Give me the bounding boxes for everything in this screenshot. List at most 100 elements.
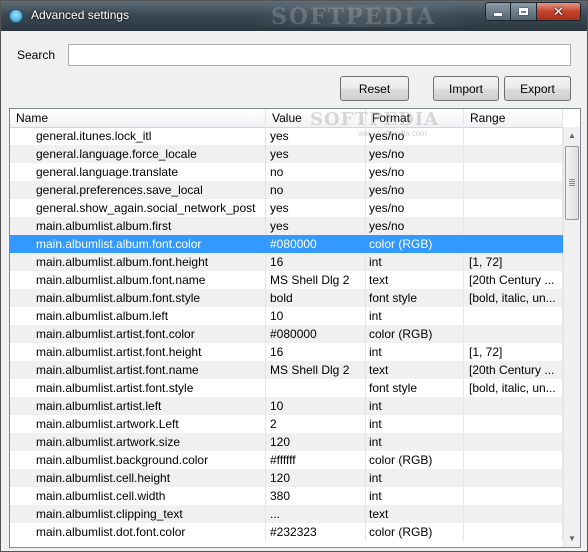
setting-range-cell <box>464 433 563 451</box>
settings-list[interactable]: Name Value Format Range general.itunes.l… <box>9 108 581 548</box>
table-row[interactable]: main.albumlist.artist.font.color #080000 c… <box>10 325 563 343</box>
setting-value-cell: 10 <box>266 307 366 325</box>
setting-name-cell: main.albumlist.album.left <box>10 307 266 325</box>
setting-value-cell: 10 <box>266 397 366 415</box>
setting-range-cell <box>464 415 563 433</box>
setting-value-cell: 120 <box>266 433 366 451</box>
table-row[interactable]: main.albumlist.album.left 10 int <box>10 307 563 325</box>
minimize-icon <box>494 13 502 16</box>
maximize-icon <box>519 8 528 15</box>
setting-range-cell <box>464 325 563 343</box>
search-label: Search <box>17 48 56 62</box>
import-button[interactable]: Import <box>433 76 499 101</box>
scroll-down-arrow-icon[interactable]: ▼ <box>564 530 580 547</box>
setting-name-cell: main.albumlist.artwork.size <box>10 433 266 451</box>
setting-value-cell: 2 <box>266 415 366 433</box>
setting-range-cell <box>464 199 563 217</box>
setting-name-cell: general.preferences.save_local <box>10 181 266 199</box>
setting-name-cell: main.albumlist.artwork.Left <box>10 415 266 433</box>
setting-name-cell: general.itunes.lock_itl <box>10 127 266 145</box>
setting-range-cell <box>464 523 563 541</box>
setting-name-cell: general.language.translate <box>10 163 266 181</box>
maximize-button[interactable] <box>511 2 537 21</box>
setting-format-cell: text <box>366 271 464 289</box>
column-header-value[interactable]: Value <box>266 109 366 127</box>
close-button[interactable]: ✕ <box>537 2 581 21</box>
table-row[interactable]: main.albumlist.album.first yes yes/no <box>10 217 563 235</box>
setting-range-cell <box>464 145 563 163</box>
setting-format-cell: yes/no <box>366 145 464 163</box>
table-row[interactable]: main.albumlist.album.font.name MS Shell D… <box>10 271 563 289</box>
column-header-name[interactable]: Name <box>10 109 266 127</box>
setting-format-cell: font style <box>366 379 464 397</box>
setting-name-cell: main.albumlist.cell.height <box>10 469 266 487</box>
table-row[interactable]: main.albumlist.artwork.size 120 int <box>10 433 563 451</box>
title-bar[interactable]: Advanced settings SOFTPEDIA ✕ <box>1 1 587 31</box>
setting-value-cell: ... <box>266 505 366 523</box>
setting-format-cell: text <box>366 361 464 379</box>
setting-format-cell: int <box>366 307 464 325</box>
table-row[interactable]: general.show_again.social_network_post ye… <box>10 199 563 217</box>
setting-range-cell <box>464 127 563 145</box>
setting-name-cell: main.albumlist.artist.font.style <box>10 379 266 397</box>
setting-range-cell <box>464 307 563 325</box>
table-row[interactable]: general.itunes.lock_itl yes yes/no <box>10 127 563 145</box>
setting-value-cell: 380 <box>266 487 366 505</box>
scrollbar-thumb[interactable] <box>565 146 579 220</box>
search-input[interactable] <box>68 44 571 66</box>
setting-format-cell: yes/no <box>366 127 464 145</box>
setting-format-cell: yes/no <box>366 199 464 217</box>
table-row[interactable]: main.albumlist.dot.font.color #232323 colo… <box>10 523 563 541</box>
table-row[interactable]: main.albumlist.artist.font.style font sty… <box>10 379 563 397</box>
table-row[interactable]: general.language.translate no yes/no <box>10 163 563 181</box>
vertical-scrollbar[interactable]: ▲ ▼ <box>563 127 580 547</box>
column-header-range[interactable]: Range <box>464 109 563 127</box>
table-row[interactable]: main.albumlist.artist.font.name MS Shell … <box>10 361 563 379</box>
setting-range-cell <box>464 235 563 253</box>
table-row[interactable]: main.albumlist.cell.height 120 int <box>10 469 563 487</box>
setting-range-cell <box>464 469 563 487</box>
setting-value-cell: no <box>266 181 366 199</box>
table-row[interactable]: general.language.force_locale yes yes/no <box>10 145 563 163</box>
scroll-up-arrow-icon[interactable]: ▲ <box>564 127 580 144</box>
setting-name-cell: main.albumlist.artist.font.name <box>10 361 266 379</box>
setting-format-cell: int <box>366 397 464 415</box>
setting-format-cell: color (RGB) <box>366 451 464 469</box>
column-header-format[interactable]: Format <box>366 109 464 127</box>
setting-name-cell: main.albumlist.album.font.color <box>10 235 266 253</box>
setting-value-cell <box>266 379 366 397</box>
setting-range-cell <box>464 451 563 469</box>
reset-button[interactable]: Reset <box>340 76 409 101</box>
setting-value-cell: bold <box>266 289 366 307</box>
table-row[interactable]: main.albumlist.album.font.style bold font … <box>10 289 563 307</box>
setting-format-cell: text <box>366 505 464 523</box>
setting-name-cell: main.albumlist.background.color <box>10 451 266 469</box>
setting-format-cell: int <box>366 469 464 487</box>
caption-buttons: ✕ <box>485 2 581 21</box>
table-row[interactable]: main.albumlist.album.font.height 16 int [1,… <box>10 253 563 271</box>
setting-name-cell: general.language.force_locale <box>10 145 266 163</box>
setting-value-cell: MS Shell Dlg 2 <box>266 271 366 289</box>
table-row[interactable]: main.albumlist.background.color #ffffff co… <box>10 451 563 469</box>
table-row[interactable]: main.albumlist.clipping_text... text <box>10 505 563 523</box>
export-button[interactable]: Export <box>504 76 571 101</box>
setting-value-cell: #ffffff <box>266 451 366 469</box>
setting-format-cell: color (RGB) <box>366 325 464 343</box>
setting-value-cell: yes <box>266 145 366 163</box>
table-row[interactable]: main.albumlist.artwork.Left 2 int <box>10 415 563 433</box>
table-row[interactable]: main.albumlist.artist.font.height 16 int [1… <box>10 343 563 361</box>
table-row[interactable]: main.albumlist.artist.left 10 int <box>10 397 563 415</box>
setting-range-cell: [20th Century ... <box>464 271 563 289</box>
watermark: SOFTPEDIA <box>271 4 436 30</box>
setting-range-cell <box>464 181 563 199</box>
table-row[interactable]: general.preferences.save_local no yes/no <box>10 181 563 199</box>
minimize-button[interactable] <box>485 2 511 21</box>
setting-value-cell: #080000 <box>266 235 366 253</box>
table-row[interactable]: main.albumlist.cell.width 380 int <box>10 487 563 505</box>
table-row[interactable]: main.albumlist.album.font.color #080000 co… <box>10 235 563 253</box>
setting-range-cell <box>464 163 563 181</box>
setting-name-cell: general.show_again.social_network_post <box>10 199 266 217</box>
setting-name-cell: main.albumlist.artist.left <box>10 397 266 415</box>
setting-name-cell: main.albumlist.clipping_text <box>10 505 266 523</box>
setting-value-cell: 120 <box>266 469 366 487</box>
